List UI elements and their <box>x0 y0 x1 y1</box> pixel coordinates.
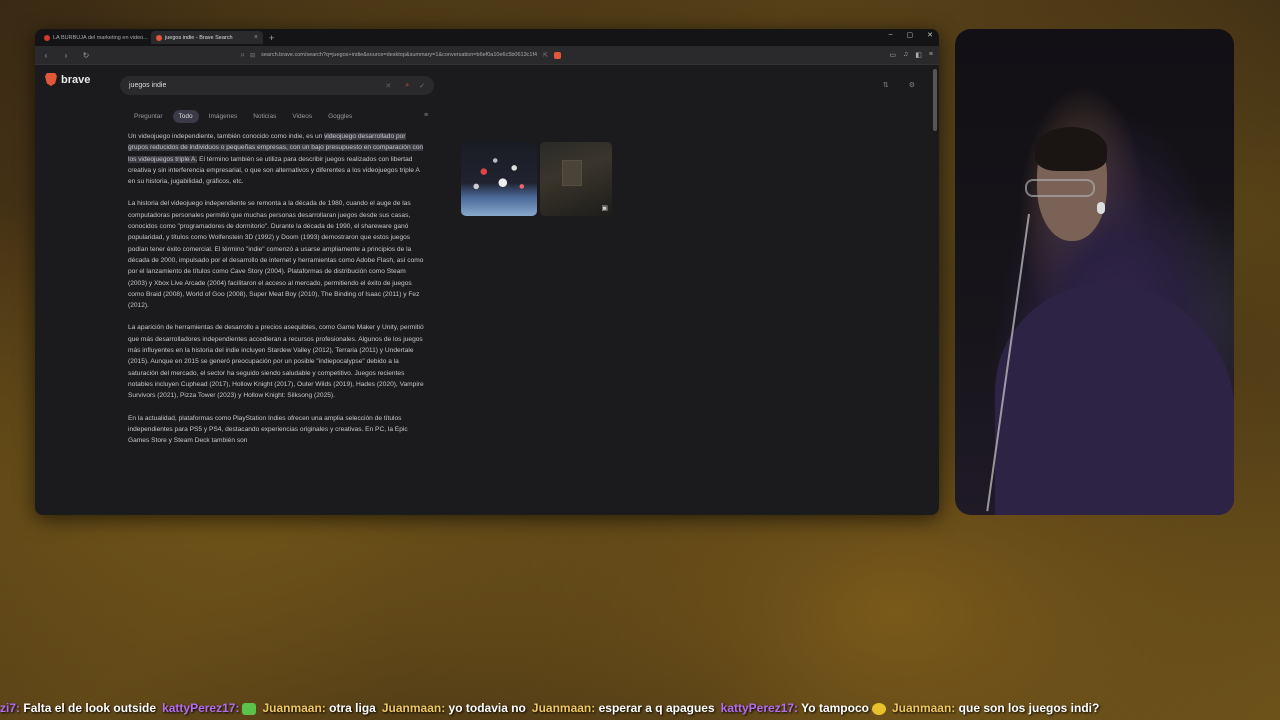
close-icon[interactable]: × <box>254 34 258 41</box>
share-icon[interactable]: ⇱ <box>543 52 548 59</box>
chat-user: kattyPerez17: <box>162 701 240 715</box>
chat-text: Falta el de look outside <box>23 701 157 715</box>
window-controls: – ▢ ✕ <box>889 31 933 39</box>
chat-text: que son los juegos indi? <box>958 701 1100 715</box>
search-tabs: Preguntar Todo Imágenes Noticias Videos … <box>128 110 358 123</box>
filter-icon[interactable]: ≡ <box>424 112 428 119</box>
youtube-favicon-icon <box>44 34 50 41</box>
chat-text: esperar a q apagues <box>598 701 715 715</box>
menu-icon[interactable]: ≡ <box>929 51 933 59</box>
brave-shield-icon[interactable] <box>554 51 562 59</box>
address-bar: ‹ › ↻ ⌑ ⊟ search.brave.com/search?q=jueg… <box>35 46 939 65</box>
tab-preguntar[interactable]: Preguntar <box>128 110 169 123</box>
chat-message: Juanmaan: yo todavia no <box>382 701 526 715</box>
browser-tab-1[interactable]: LA BURBUJA del marketing en video... × <box>39 31 151 44</box>
chat-user: zi7: <box>0 701 21 715</box>
browser-window: LA BURBUJA del marketing en video... × j… <box>35 29 939 515</box>
chat-ticker: zi7: Falta el de look outside kattyPerez… <box>0 698 1280 718</box>
browser-tab-2[interactable]: juegos indie - Brave Search × <box>151 31 263 44</box>
tab-videos[interactable]: Videos <box>286 110 318 123</box>
tab-label: juegos indie - Brave Search <box>165 34 233 41</box>
brave-logo-text: brave <box>61 73 91 86</box>
tab-bar: LA BURBUJA del marketing en video... × j… <box>35 29 939 46</box>
emote-icon <box>871 702 886 715</box>
settings-toggle-icon[interactable]: ⇅ <box>883 81 889 89</box>
scrollbar[interactable] <box>933 69 937 131</box>
search-icon[interactable]: ⌕ <box>405 82 409 90</box>
chat-message: Juanmaan: otra liga <box>262 701 375 715</box>
check-icon[interactable]: ✓ <box>419 82 425 90</box>
chat-text: otra liga <box>329 701 376 715</box>
forward-icon[interactable]: › <box>61 51 71 60</box>
answer-paragraph: Un videojuego independiente, también con… <box>128 131 425 187</box>
bookmark-icon[interactable]: ⌑ <box>241 52 244 59</box>
chat-user: kattyPerez17: <box>720 701 799 715</box>
sidebar-icon[interactable]: ◧ <box>915 51 922 59</box>
chat-message: Juanmaan: que son los juegos indi? <box>892 701 1099 715</box>
chat-message: zi7: Falta el de look outside <box>0 701 156 715</box>
search-input[interactable]: juegos indie ✕ ⌕ ✓ <box>120 76 434 95</box>
reload-icon[interactable]: ↻ <box>81 51 91 60</box>
chat-user: Juanmaan: <box>531 701 596 715</box>
search-page: brave juegos indie ✕ ⌕ ✓ ⇅ ⚙ Preguntar T… <box>35 65 939 515</box>
image-icon: ▣ <box>601 205 608 212</box>
brave-favicon-icon <box>156 34 162 41</box>
clear-icon[interactable]: ✕ <box>385 82 391 90</box>
chat-message: kattyPerez17: Yo tampoco <box>721 701 886 715</box>
media-icon[interactable]: ♫ <box>903 51 908 59</box>
gear-icon[interactable]: ⚙ <box>909 81 915 89</box>
page-controls: ⇅ ⚙ <box>883 81 915 89</box>
maximize-button[interactable]: ▢ <box>907 31 914 39</box>
answer-text: Un videojuego independiente, también con… <box>128 133 325 140</box>
back-icon[interactable]: ‹ <box>41 51 51 60</box>
image-thumbnail[interactable]: ▣ <box>540 142 612 216</box>
brave-lion-icon <box>45 73 57 86</box>
webcam-overlay <box>955 29 1234 515</box>
chat-message: kattyPerez17: <box>162 701 257 715</box>
toolbar-right: ▭ ♫ ◧ ≡ <box>889 51 933 59</box>
url-field[interactable]: ⌑ ⊟ search.brave.com/search?q=juegos+ind… <box>241 49 741 62</box>
chat-text: Yo tampoco <box>801 701 869 715</box>
search-query: juegos indie <box>129 82 167 89</box>
minimize-button[interactable]: – <box>889 31 893 39</box>
chat-user: Juanmaan: <box>262 701 326 715</box>
tab-goggles[interactable]: Goggles <box>322 110 358 123</box>
answer-paragraph: En la actualidad, plataformas como PlayS… <box>128 414 408 445</box>
tab-imagenes[interactable]: Imágenes <box>203 110 244 123</box>
emote-icon <box>242 702 257 715</box>
chat-user: Juanmaan: <box>381 701 446 715</box>
chat-text: yo todavia no <box>448 701 526 715</box>
tab-noticias[interactable]: Noticias <box>247 110 282 123</box>
site-info-icon[interactable]: ⊟ <box>250 52 255 59</box>
ai-answer: Un videojuego independiente, también con… <box>128 131 425 457</box>
new-tab-button[interactable]: + <box>269 33 274 43</box>
wallet-icon[interactable]: ▭ <box>889 51 896 59</box>
image-thumbnail[interactable] <box>461 142 537 216</box>
tab-todo[interactable]: Todo <box>172 110 199 123</box>
chat-message: Juanmaan: esperar a q apagues <box>532 701 715 715</box>
brave-logo[interactable]: brave <box>45 73 90 86</box>
tab-label: LA BURBUJA del marketing en video... <box>53 34 148 41</box>
image-results: ▣ <box>461 142 612 216</box>
chat-user: Juanmaan: <box>891 701 956 715</box>
answer-paragraph: La aparición de herramientas de desarrol… <box>128 324 424 400</box>
answer-paragraph: La historia del videojuego independiente… <box>128 200 424 310</box>
url-text: search.brave.com/search?q=juegos+indie&s… <box>261 52 538 58</box>
close-window-button[interactable]: ✕ <box>927 31 933 39</box>
